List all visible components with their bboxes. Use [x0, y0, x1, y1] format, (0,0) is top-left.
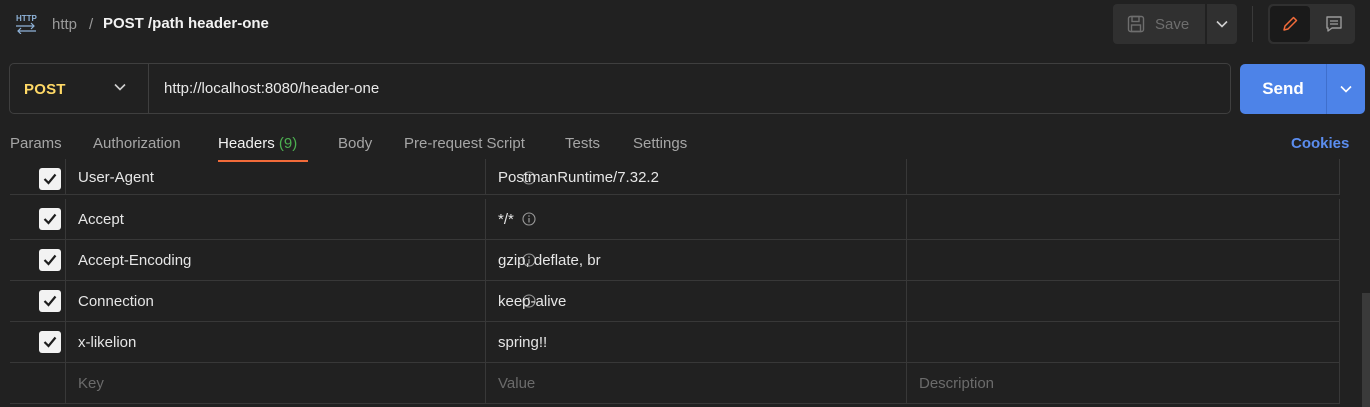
header-value-cell[interactable]: gzip, deflate, br — [486, 240, 907, 281]
header-value: spring!! — [498, 334, 548, 351]
header-value: PostmanRuntime/7.32.2 — [498, 169, 659, 186]
tab-label: Body — [338, 135, 373, 152]
header-value-cell[interactable]: PostmanRuntime/7.32.2 — [486, 159, 907, 195]
chevron-down-icon — [1340, 85, 1352, 93]
header-value-cell[interactable]: */* — [486, 199, 907, 240]
header-enabled-checkbox[interactable] — [39, 290, 61, 312]
header-value-cell[interactable]: Value — [486, 363, 907, 404]
edit-mode-button[interactable] — [1270, 6, 1310, 42]
checkmark-icon — [43, 173, 57, 185]
header-description-cell[interactable] — [907, 199, 1340, 240]
view-mode-toggle — [1268, 4, 1355, 44]
header-key-cell[interactable]: Connection — [66, 281, 536, 322]
header-key: Connection — [78, 293, 154, 310]
tab-params[interactable]: Params — [10, 135, 62, 152]
http-icon: HTTP — [16, 14, 38, 34]
tab-settings[interactable]: Settings — [633, 135, 687, 152]
request-title[interactable]: POST /path header-one — [103, 15, 269, 32]
breadcrumb-separator: / — [89, 16, 94, 33]
description-placeholder: Description — [919, 375, 995, 392]
header-enabled-checkbox[interactable] — [39, 168, 61, 190]
comment-icon — [1326, 16, 1342, 32]
header-value: keep-alive — [498, 293, 567, 310]
url-bar: POST http://localhost:8080/header-one — [9, 63, 1231, 114]
header-description-cell[interactable]: Description — [907, 363, 1340, 404]
checkmark-icon — [43, 213, 57, 225]
url-input[interactable]: http://localhost:8080/header-one — [164, 80, 1164, 97]
tab-label: Tests — [565, 135, 601, 152]
header-key: Accept — [78, 211, 124, 228]
tab-body[interactable]: Body — [338, 135, 372, 152]
header-description-cell[interactable] — [907, 322, 1340, 363]
save-options-button[interactable] — [1207, 4, 1237, 44]
tab-label: Settings — [633, 135, 688, 152]
table-row: Connection keep-alive — [10, 281, 1340, 322]
row-check-cell — [10, 281, 66, 322]
comments-button[interactable] — [1314, 6, 1354, 42]
scrollbar-thumb[interactable] — [1362, 293, 1370, 407]
header-value: */* — [498, 211, 514, 228]
headers-table: User-Agent PostmanRuntime/7.32.2 Accept … — [10, 159, 1340, 405]
send-label: Send — [1262, 79, 1304, 98]
checkmark-icon — [43, 254, 57, 266]
tab-pre-request-script[interactable]: Pre-request Script — [404, 135, 525, 152]
row-check-cell — [10, 240, 66, 281]
header-key-cell[interactable]: Key — [66, 363, 486, 404]
header-description-cell[interactable] — [907, 240, 1340, 281]
header-key-cell[interactable]: Accept-Encoding — [66, 240, 536, 281]
chevron-down-icon — [1216, 20, 1228, 28]
tab-label: Authorization — [93, 135, 181, 152]
checkmark-icon — [43, 295, 57, 307]
cookies-link[interactable]: Cookies — [1291, 135, 1349, 152]
header-enabled-checkbox[interactable] — [39, 208, 61, 230]
header-value-cell[interactable]: keep-alive — [486, 281, 907, 322]
header-key-cell[interactable]: User-Agent — [66, 159, 536, 195]
table-row-new: Key Value Description — [10, 363, 1340, 404]
table-row: User-Agent PostmanRuntime/7.32.2 — [10, 159, 1340, 195]
header-description-cell[interactable] — [907, 159, 1340, 195]
send-button[interactable]: Send — [1240, 64, 1326, 114]
svg-text:HTTP: HTTP — [16, 14, 38, 23]
toolbar-divider — [1252, 6, 1253, 42]
tab-headers[interactable]: Headers (9) — [218, 135, 297, 152]
header-key: User-Agent — [78, 169, 154, 186]
breadcrumb-parent[interactable]: http — [52, 16, 77, 33]
save-icon — [1127, 15, 1145, 33]
header-key: Accept-Encoding — [78, 252, 192, 269]
send-options-button[interactable] — [1326, 64, 1365, 114]
chevron-down-icon[interactable] — [114, 83, 126, 91]
tab-label: Pre-request Script — [404, 135, 525, 152]
top-bar: HTTP http / POST /path header-one Save — [0, 0, 1370, 50]
header-key-cell[interactable]: Accept — [66, 199, 536, 240]
row-check-cell — [10, 199, 66, 240]
table-row: Accept */* — [10, 199, 1340, 240]
tab-label: Params — [10, 135, 62, 152]
row-check-cell — [10, 159, 66, 195]
header-value-cell[interactable]: spring!! — [486, 322, 907, 363]
header-value: gzip, deflate, br — [498, 252, 601, 269]
row-check-cell — [10, 363, 66, 404]
table-row: x-likelion spring!! — [10, 322, 1340, 363]
method-select[interactable]: POST — [24, 81, 66, 98]
header-enabled-checkbox[interactable] — [39, 331, 61, 353]
pencil-icon — [1283, 16, 1298, 31]
row-check-cell — [10, 322, 66, 363]
table-row: Accept-Encoding gzip, deflate, br — [10, 240, 1340, 281]
key-placeholder: Key — [78, 375, 104, 392]
tab-tests[interactable]: Tests — [565, 135, 600, 152]
header-enabled-checkbox[interactable] — [39, 249, 61, 271]
header-key: x-likelion — [78, 334, 137, 351]
url-divider — [148, 64, 149, 113]
headers-count: (9) — [278, 135, 298, 152]
tab-label: Headers — [218, 135, 275, 152]
tab-authorization[interactable]: Authorization — [93, 135, 181, 152]
checkmark-icon — [43, 336, 57, 348]
header-key-cell[interactable]: x-likelion — [66, 322, 486, 363]
header-description-cell[interactable] — [907, 281, 1340, 322]
save-button[interactable]: Save — [1113, 4, 1205, 44]
value-placeholder: Value — [498, 375, 536, 392]
save-label: Save — [1155, 15, 1190, 33]
